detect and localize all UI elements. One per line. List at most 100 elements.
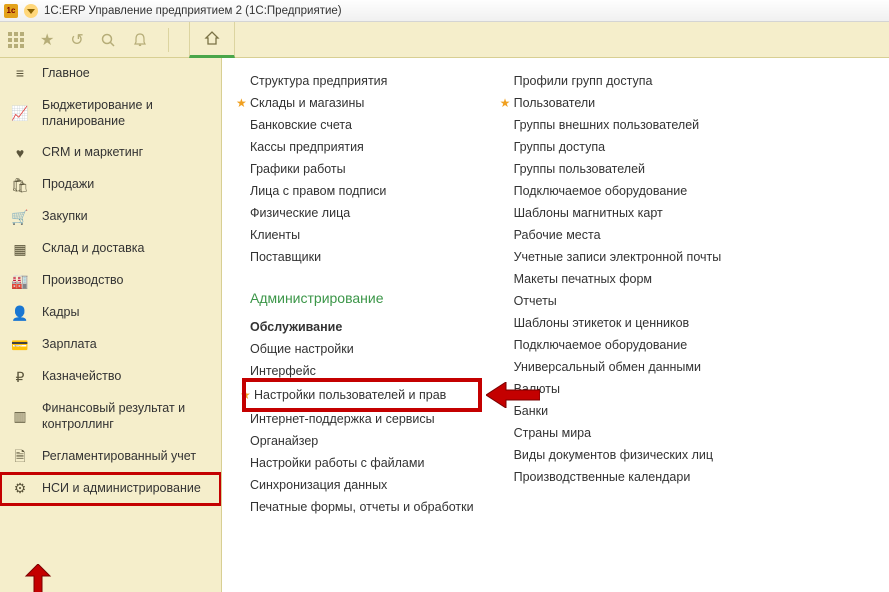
nav-link[interactable]: Структура предприятия (250, 74, 474, 88)
link-label: Поставщики (250, 250, 321, 264)
sidebar-item-0[interactable]: ≡Главное (0, 58, 221, 90)
nav-link[interactable]: Органайзер (250, 434, 474, 448)
home-icon (204, 30, 220, 46)
sidebar-item-label: Закупки (42, 209, 209, 225)
nav-link[interactable]: Подключаемое оборудование (514, 338, 722, 352)
favorite-star-icon[interactable]: ★ (40, 30, 54, 50)
sidebar-item-9[interactable]: ₽Казначейство (0, 361, 221, 393)
nav-link[interactable]: Интернет-поддержка и сервисы (250, 412, 474, 426)
link-label: Профили групп доступа (514, 74, 653, 88)
nav-link[interactable]: Настройки работы с файлами (250, 456, 474, 470)
heart-icon: ♥ (12, 145, 28, 161)
link-label: Настройки пользователей и прав (254, 388, 446, 402)
sidebar-item-6[interactable]: 🏭Производство (0, 265, 221, 297)
annotation-arrow-left-icon (486, 382, 540, 408)
sidebar-item-11[interactable]: 🗎Регламентированный учет (0, 441, 221, 473)
person-icon: 👤 (12, 305, 28, 321)
nav-link[interactable]: Интерфейс (250, 364, 474, 378)
sidebar-item-5[interactable]: ▦Склад и доставка (0, 233, 221, 265)
nav-link[interactable]: Профили групп доступа (514, 74, 722, 88)
nav-link[interactable]: Группы пользователей (514, 162, 722, 176)
link-label: Склады и магазины (250, 96, 364, 110)
nav-link[interactable]: Банки (514, 404, 722, 418)
window-title: 1С:ERP Управление предприятием 2 (1С:Пре… (44, 5, 342, 17)
nav-link[interactable]: ★Настройки пользователей и прав (250, 386, 474, 404)
nav-link[interactable]: Страны мира (514, 426, 722, 440)
link-label: Структура предприятия (250, 74, 387, 88)
sidebar-item-label: Казначейство (42, 369, 209, 385)
sidebar-item-8[interactable]: 💳Зарплата (0, 329, 221, 361)
sidebar-item-label: Регламентированный учет (42, 449, 209, 465)
sidebar-item-4[interactable]: 🛒Закупки (0, 201, 221, 233)
link-label: Макеты печатных форм (514, 272, 652, 286)
star-icon: ★ (236, 96, 246, 110)
annotation-arrow-up-icon (20, 564, 60, 592)
nav-link[interactable]: Универсальный обмен данными (514, 360, 722, 374)
link-label: Интернет-поддержка и сервисы (250, 412, 435, 426)
nav-link[interactable]: ★Склады и магазины (250, 96, 474, 110)
nav-link[interactable]: ★Пользователи (514, 96, 722, 110)
nav-link[interactable]: Валюты (514, 382, 722, 396)
sidebar-item-12[interactable]: ⚙НСИ и администрирование (0, 473, 221, 505)
nav-link[interactable]: Виды документов физических лиц (514, 448, 722, 462)
nav-link[interactable]: Клиенты (250, 228, 474, 242)
link-label: Органайзер (250, 434, 318, 448)
nav-link[interactable]: Учетные записи электронной почты (514, 250, 722, 264)
nav-link[interactable]: Группы доступа (514, 140, 722, 154)
factory-icon: 🏭 (12, 273, 28, 289)
nav-link[interactable]: Обслуживание (250, 320, 474, 334)
link-label: Виды документов физических лиц (514, 448, 713, 462)
link-label: Учетные записи электронной почты (514, 250, 722, 264)
nav-link[interactable]: Банковские счета (250, 118, 474, 132)
sidebar-item-2[interactable]: ♥CRM и маркетинг (0, 137, 221, 169)
nav-link[interactable]: Шаблоны магнитных карт (514, 206, 722, 220)
bell-icon[interactable] (132, 32, 148, 48)
home-tab[interactable] (189, 22, 235, 58)
content-col-2: Профили групп доступа ★Пользователи Группы… (514, 74, 722, 514)
nav-link[interactable]: Печатные формы, отчеты и обработки (250, 500, 474, 514)
link-label: Шаблоны этикеток и ценников (514, 316, 690, 330)
nav-link[interactable]: Группы внешних пользователей (514, 118, 722, 132)
link-label: Универсальный обмен данными (514, 360, 701, 374)
link-label: Кассы предприятия (250, 140, 364, 154)
nav-link[interactable]: Отчеты (514, 294, 722, 308)
link-label: Подключаемое оборудование (514, 184, 688, 198)
star-icon: ★ (500, 96, 510, 110)
nav-link[interactable]: Рабочие места (514, 228, 722, 242)
sidebar-item-label: Продажи (42, 177, 209, 193)
gear-icon: ⚙ (12, 481, 28, 497)
nav-link[interactable]: Подключаемое оборудование (514, 184, 722, 198)
link-label: Банковские счета (250, 118, 352, 132)
history-icon[interactable]: ↺ (70, 30, 83, 50)
link-label: Печатные формы, отчеты и обработки (250, 500, 474, 514)
sidebar-item-label: Бюджетирование и планирование (42, 98, 209, 129)
titlebar-dropdown-icon[interactable] (24, 4, 38, 18)
sidebar-item-7[interactable]: 👤Кадры (0, 297, 221, 329)
content-area: Структура предприятия★Склады и магазиныБ… (222, 58, 889, 592)
search-icon[interactable] (100, 32, 116, 48)
nav-link[interactable]: Макеты печатных форм (514, 272, 722, 286)
nav-link[interactable]: Физические лица (250, 206, 474, 220)
link-label: Шаблоны магнитных карт (514, 206, 663, 220)
nav-link[interactable]: Синхронизация данных (250, 478, 474, 492)
boxes-icon: ▦ (12, 241, 28, 257)
bars-icon: ▥ (12, 409, 28, 425)
nav-link[interactable]: Производственные календари (514, 470, 722, 484)
link-label: Пользователи (514, 96, 596, 110)
menu-icon: ≡ (12, 66, 28, 82)
link-label: Группы внешних пользователей (514, 118, 700, 132)
sidebar-item-10[interactable]: ▥ Финансовый результат и контроллинг (0, 393, 221, 440)
nav-link[interactable]: Шаблоны этикеток и ценников (514, 316, 722, 330)
nav-link[interactable]: Лица с правом подписи (250, 184, 474, 198)
sidebar-item-label: Финансовый результат и контроллинг (42, 401, 209, 432)
nav-link[interactable]: Поставщики (250, 250, 474, 264)
nav-link[interactable]: Кассы предприятия (250, 140, 474, 154)
sidebar-item-3[interactable]: 🛍Продажи (0, 169, 221, 201)
nav-link[interactable]: Общие настройки (250, 342, 474, 356)
sidebar-item-1[interactable]: 📈Бюджетирование и планирование (0, 90, 221, 137)
link-label: Клиенты (250, 228, 300, 242)
main-toolbar: ★ ↺ (0, 22, 889, 58)
apps-grid-icon[interactable] (8, 32, 24, 48)
star-icon: ★ (240, 388, 250, 402)
nav-link[interactable]: Графики работы (250, 162, 474, 176)
